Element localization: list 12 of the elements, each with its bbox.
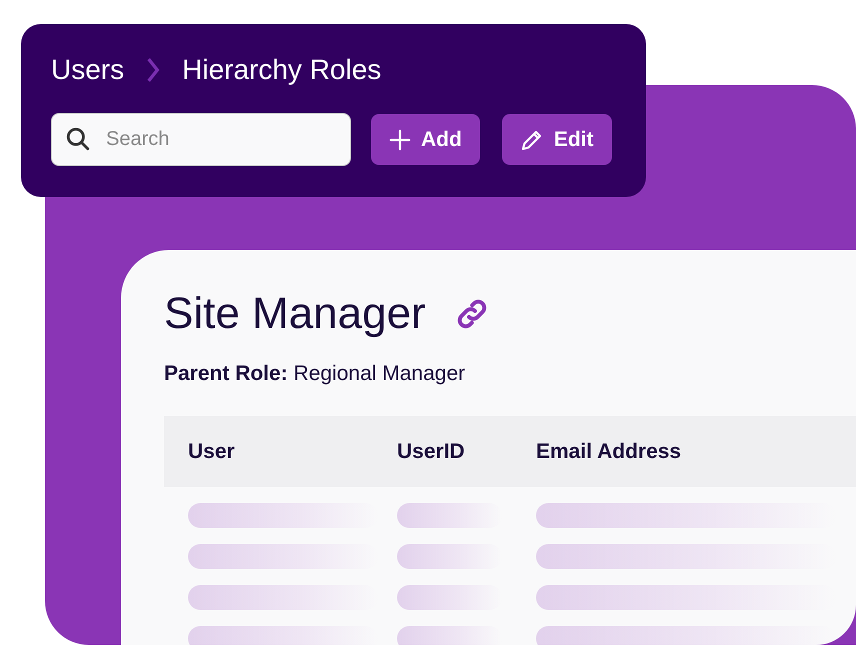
column-header: User (187, 440, 236, 464)
parent-role-text: Parent Role: Regional Manager (164, 362, 466, 386)
edit-button[interactable]: Edit (502, 114, 612, 165)
add-button[interactable]: Add (371, 114, 480, 165)
column-header: Email Address (536, 440, 682, 464)
plus-icon (389, 128, 411, 150)
column-header: UserID (397, 440, 466, 464)
search-field[interactable]: Search (51, 113, 351, 166)
role-title: Site Manager (164, 288, 426, 340)
chevron-icon (146, 57, 160, 83)
breadcrumb-item[interactable]: Hierarchy Roles (182, 54, 382, 86)
breadcrumb-item[interactable]: Users (51, 54, 124, 86)
